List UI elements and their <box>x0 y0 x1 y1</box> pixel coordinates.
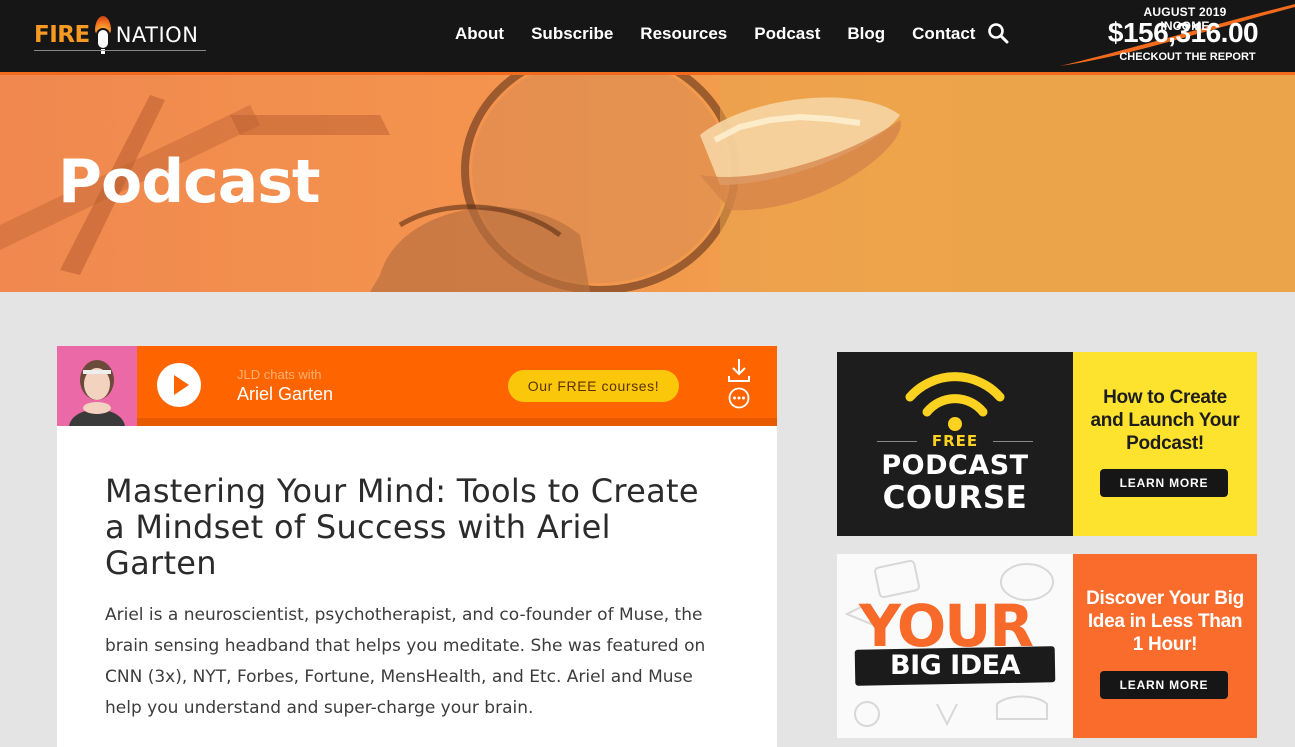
episode-card: Mastering Your Mind: Tools to Create a M… <box>57 426 777 747</box>
nav-item-contact[interactable]: Contact <box>912 22 975 46</box>
income-report-link: CHECKOUT THE REPORT <box>1119 51 1256 63</box>
learn-more-button[interactable]: LEARN MORE <box>1100 469 1228 497</box>
top-navbar: FIRE NATION About Subscribe Resources Po… <box>0 0 1295 75</box>
guest-avatar <box>57 346 137 426</box>
main-nav: About Subscribe Resources Podcast Blog C… <box>455 22 1002 46</box>
logo-underline <box>34 50 206 51</box>
nav-item-about[interactable]: About <box>455 22 504 46</box>
ad-headline: Discover Your Big Idea in Less Than 1 Ho… <box>1086 588 1244 655</box>
income-amount: $156,316.00 <box>1107 17 1259 48</box>
download-icon[interactable] <box>727 357 751 383</box>
ad-title-line2: COURSE <box>882 480 1028 516</box>
nav-item-resources[interactable]: Resources <box>640 22 727 46</box>
income-report-badge[interactable]: AUGUST 2019 INCOME $156,316.00 CHECKOUT … <box>1050 0 1295 72</box>
guest-name: Ariel Garten <box>237 384 334 404</box>
nav-item-podcast[interactable]: Podcast <box>754 22 820 46</box>
learn-more-button[interactable]: LEARN MORE <box>1100 671 1228 699</box>
podcast-course-ad[interactable]: FREE PODCAST COURSE How to Create and La… <box>837 352 1257 536</box>
nav-item-subscribe[interactable]: Subscribe <box>531 22 613 46</box>
ad-title-line2: BIG IDEA <box>890 650 1021 681</box>
ad-left-panel: FREE PODCAST COURSE <box>837 352 1073 536</box>
player-subtitle: JLD chats with <box>237 367 322 382</box>
more-options-icon[interactable] <box>728 387 750 409</box>
search-icon[interactable] <box>987 22 1009 44</box>
ad-free-label: FREE <box>931 432 979 450</box>
episode-title[interactable]: Mastering Your Mind: Tools to Create a M… <box>105 473 725 581</box>
page-title: Podcast <box>58 147 321 217</box>
episode-description: Ariel is a neuroscientist, psychotherapi… <box>105 605 706 718</box>
progress-track[interactable] <box>137 418 777 426</box>
wifi-signal-icon <box>905 372 1005 431</box>
ad-left-panel: YOUR BIG IDEA <box>837 554 1073 738</box>
nav-item-blog[interactable]: Blog <box>847 22 885 46</box>
play-button[interactable] <box>157 363 201 407</box>
logo-text-fire: FIRE <box>34 22 90 48</box>
hero-banner: Podcast <box>0 75 1295 292</box>
big-idea-ad[interactable]: YOUR BIG IDEA Discover Your Big Idea in … <box>837 554 1257 738</box>
ad-title-line1: PODCAST <box>881 450 1029 481</box>
podcast-player: JLD chats with Ariel Garten Our FREE cou… <box>57 346 777 426</box>
free-courses-button[interactable]: Our FREE courses! <box>508 370 679 402</box>
microphone-logo-icon <box>92 16 114 54</box>
logo-text-nation: NATION <box>115 23 199 47</box>
ad-headline: How to Create and Launch Your Podcast! <box>1090 387 1240 454</box>
